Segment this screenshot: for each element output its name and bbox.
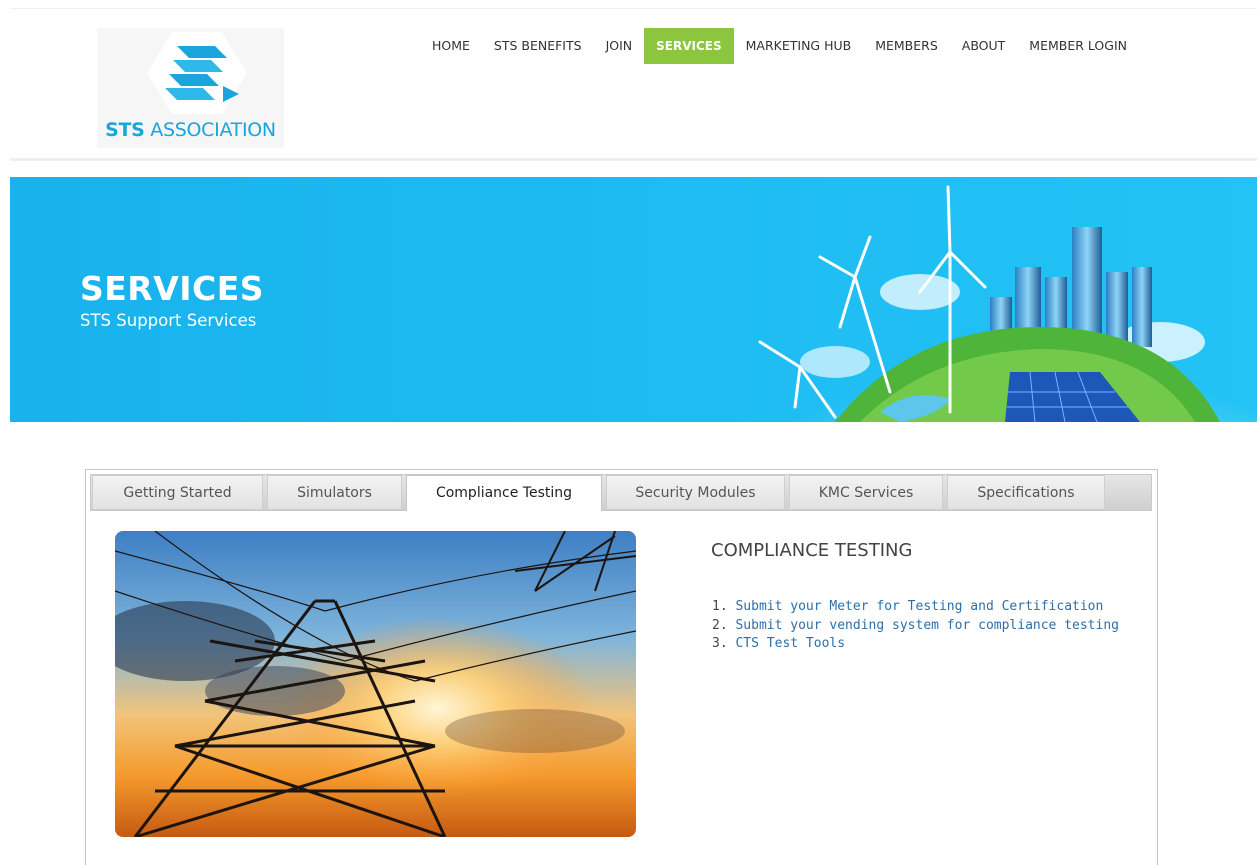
tab-specifications[interactable]: Specifications: [947, 475, 1105, 509]
banner-title: SERVICES: [80, 269, 265, 308]
header-divider: [10, 158, 1257, 161]
site-logo[interactable]: STS ASSOCIATION: [97, 28, 284, 148]
tab-security-modules[interactable]: Security Modules: [606, 475, 785, 509]
top-divider: [10, 8, 1257, 9]
nav-services[interactable]: SERVICES: [644, 28, 734, 64]
section-title: COMPLIANCE TESTING: [711, 540, 913, 561]
meter-testing-link[interactable]: Submit your Meter for Testing and Certif…: [735, 599, 1103, 614]
list-item: 1. Submit your Meter for Testing and Cer…: [712, 599, 1104, 614]
brand-name: STS ASSOCIATION: [105, 119, 276, 141]
tab-getting-started[interactable]: Getting Started: [92, 475, 263, 509]
nav-home[interactable]: HOME: [420, 28, 482, 64]
power-pylon-photo: [115, 531, 636, 837]
hero-banner: SERVICES STS Support Services: [10, 177, 1257, 422]
main-nav: HOME STS BENEFITS JOIN SERVICES MARKETIN…: [420, 28, 1139, 64]
nav-join[interactable]: JOIN: [594, 28, 645, 64]
green-city-illustration: [758, 185, 1257, 422]
tab-kmc-services[interactable]: KMC Services: [789, 475, 943, 509]
tab-compliance-testing[interactable]: Compliance Testing: [406, 475, 602, 511]
tab-simulators[interactable]: Simulators: [267, 475, 402, 509]
list-item: 2. Submit your vending system for compli…: [712, 617, 1119, 633]
nav-members[interactable]: MEMBERS: [863, 28, 950, 64]
sts-logo-icon: [147, 32, 247, 114]
list-item: 3. CTS Test Tools: [712, 636, 846, 651]
nav-marketing-hub[interactable]: MARKETING HUB: [734, 28, 864, 64]
services-tabs-panel: Getting Started Simulators Compliance Te…: [85, 469, 1158, 865]
nav-member-login[interactable]: MEMBER LOGIN: [1017, 28, 1139, 64]
banner-subtitle: STS Support Services: [80, 311, 257, 330]
nav-about[interactable]: ABOUT: [950, 28, 1018, 64]
compliance-links: 1. Submit your Meter for Testing and Cer…: [712, 598, 1119, 654]
nav-sts-benefits[interactable]: STS BENEFITS: [482, 28, 594, 64]
vending-testing-link[interactable]: Submit your vending system for complianc…: [735, 618, 1119, 633]
cts-test-tools-link[interactable]: CTS Test Tools: [735, 636, 845, 651]
